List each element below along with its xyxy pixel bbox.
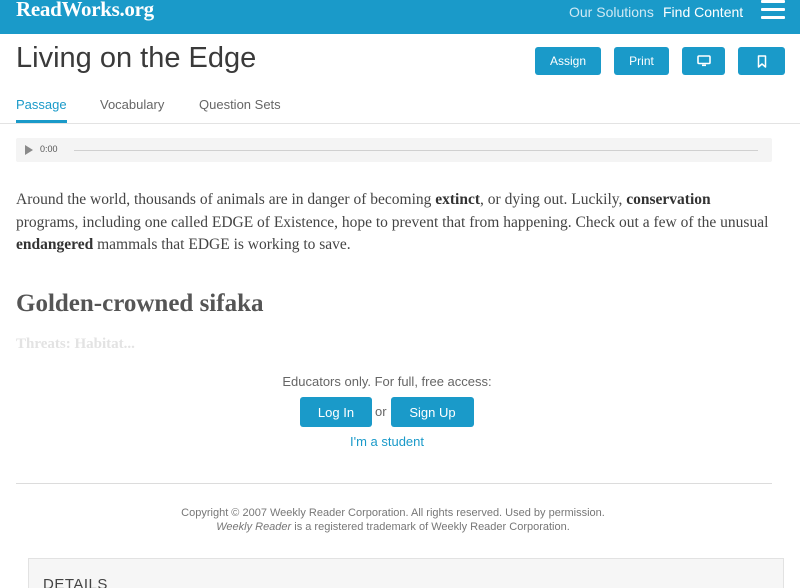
access-message: Educators only. For full, free access: [282, 374, 492, 389]
details-heading: DETAILS [43, 576, 108, 588]
vocab-word-conservation: conservation [626, 191, 711, 208]
tab-passage[interactable]: Passage [16, 97, 67, 112]
present-button[interactable] [682, 47, 725, 75]
tab-question-sets[interactable]: Question Sets [199, 97, 281, 112]
details-panel: DETAILS [28, 558, 784, 588]
log-in-button[interactable]: Log In [300, 397, 372, 427]
play-icon[interactable] [25, 145, 33, 155]
passage-intro: Around the world, thousands of animals a… [16, 191, 769, 253]
tabs-divider [0, 123, 800, 124]
copyright-text: Copyright © 2007 Weekly Reader Corporati… [181, 507, 605, 519]
vocab-word-endangered: endangered [16, 236, 94, 253]
tab-vocabulary[interactable]: Vocabulary [100, 97, 164, 112]
vocab-word-extinct: extinct [435, 191, 481, 208]
hamburger-menu-icon[interactable] [761, 0, 785, 22]
page-title: Living on the Edge [16, 42, 257, 74]
audio-progress-track[interactable] [74, 150, 758, 151]
student-link[interactable]: I'm a student [0, 434, 774, 449]
section-heading: Golden-crowned sifaka [16, 290, 264, 317]
top-navigation-bar: ReadWorks.org Our Solutions Find Content [0, 0, 800, 34]
trademark-text: Weekly Reader is a registered trademark … [216, 521, 570, 533]
assign-button[interactable]: Assign [535, 47, 601, 75]
faded-passage-teaser: Threats: Habitat... [16, 336, 135, 352]
audio-time: 0:00 [40, 144, 58, 154]
footer-divider [16, 483, 772, 484]
nav-find-content[interactable]: Find Content [663, 4, 743, 20]
bookmark-icon [757, 54, 766, 68]
monitor-icon [696, 55, 711, 67]
print-button[interactable]: Print [614, 47, 669, 75]
or-separator: or [375, 404, 387, 419]
bookmark-button[interactable] [738, 47, 785, 75]
nav-our-solutions[interactable]: Our Solutions [569, 4, 654, 20]
sign-up-button[interactable]: Sign Up [391, 397, 474, 427]
audio-player: 0:00 [16, 138, 772, 162]
readworks-logo[interactable]: ReadWorks.org [16, 0, 154, 22]
